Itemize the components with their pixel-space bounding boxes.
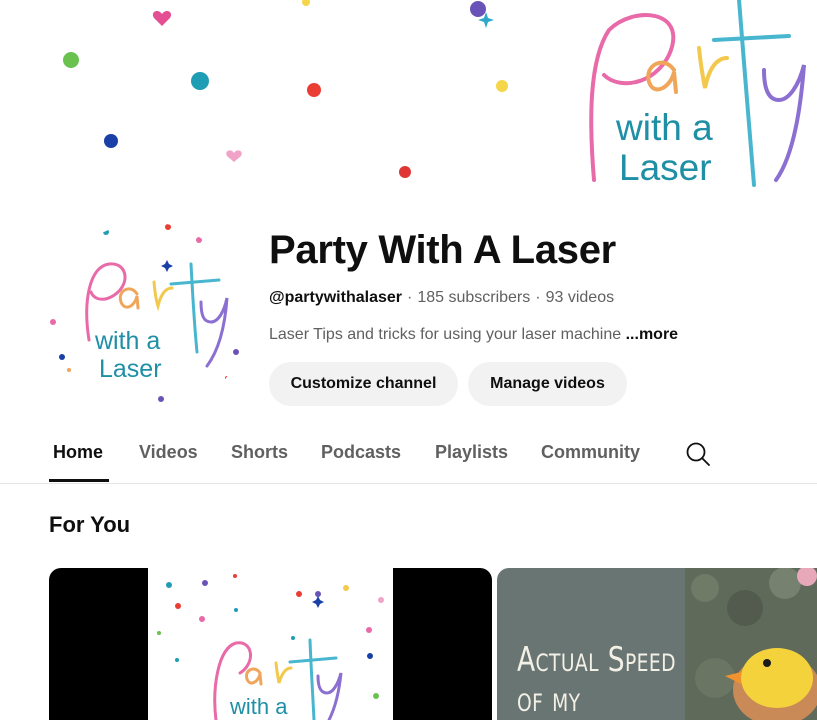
- banner-artwork: with a Laser: [63, 0, 806, 188]
- channel-meta: @partywithalaser · 185 subscribers · 93 vide…: [269, 289, 614, 307]
- channel-tabs: Home Videos Shorts Podcasts Playlists Co…: [49, 430, 817, 484]
- search-icon[interactable]: [685, 441, 711, 467]
- description-text: Laser Tips and tricks for using your las…: [269, 326, 622, 343]
- more-link[interactable]: ...more: [626, 326, 678, 343]
- svg-text:Laser: Laser: [99, 355, 162, 383]
- meta-separator: ·: [535, 289, 541, 306]
- tab-home[interactable]: Home: [53, 442, 103, 463]
- thumbnail-overlay-text: Actual Speed of my: [517, 640, 676, 720]
- tab-podcasts[interactable]: Podcasts: [321, 442, 401, 463]
- thumbnail-artwork: with a: [148, 568, 393, 720]
- channel-name: Party With A Laser: [269, 228, 616, 272]
- manage-videos-button[interactable]: Manage videos: [468, 362, 627, 406]
- video-thumbnail[interactable]: with a: [49, 568, 492, 720]
- tab-community[interactable]: Community: [541, 442, 640, 463]
- active-tab-indicator: [49, 479, 109, 482]
- section-title: For You: [49, 512, 131, 537]
- avatar-logo: with a Laser: [50, 224, 239, 402]
- channel-avatar[interactable]: with a Laser: [49, 222, 245, 418]
- channel-handle: @partywithalaser: [269, 289, 402, 306]
- video-thumbnail[interactable]: Actual Speed of my: [497, 568, 817, 720]
- svg-text:with a: with a: [94, 327, 160, 355]
- customize-channel-button[interactable]: Customize channel: [269, 362, 458, 406]
- meta-separator: ·: [406, 289, 413, 306]
- channel-banner: with a Laser: [49, 0, 817, 196]
- tab-shorts[interactable]: Shorts: [231, 442, 288, 463]
- svg-text:with a: with a: [229, 694, 288, 719]
- svg-text:with a: with a: [615, 107, 713, 148]
- video-count: 93 videos: [545, 289, 615, 306]
- svg-text:Laser: Laser: [619, 147, 712, 188]
- tab-playlists[interactable]: Playlists: [435, 442, 508, 463]
- channel-description[interactable]: Laser Tips and tricks for using your las…: [269, 326, 678, 344]
- tab-videos[interactable]: Videos: [139, 442, 198, 463]
- tabs-divider: [0, 483, 817, 484]
- subscriber-count: 185 subscribers: [417, 289, 531, 306]
- thumbnail-photo: [685, 568, 817, 720]
